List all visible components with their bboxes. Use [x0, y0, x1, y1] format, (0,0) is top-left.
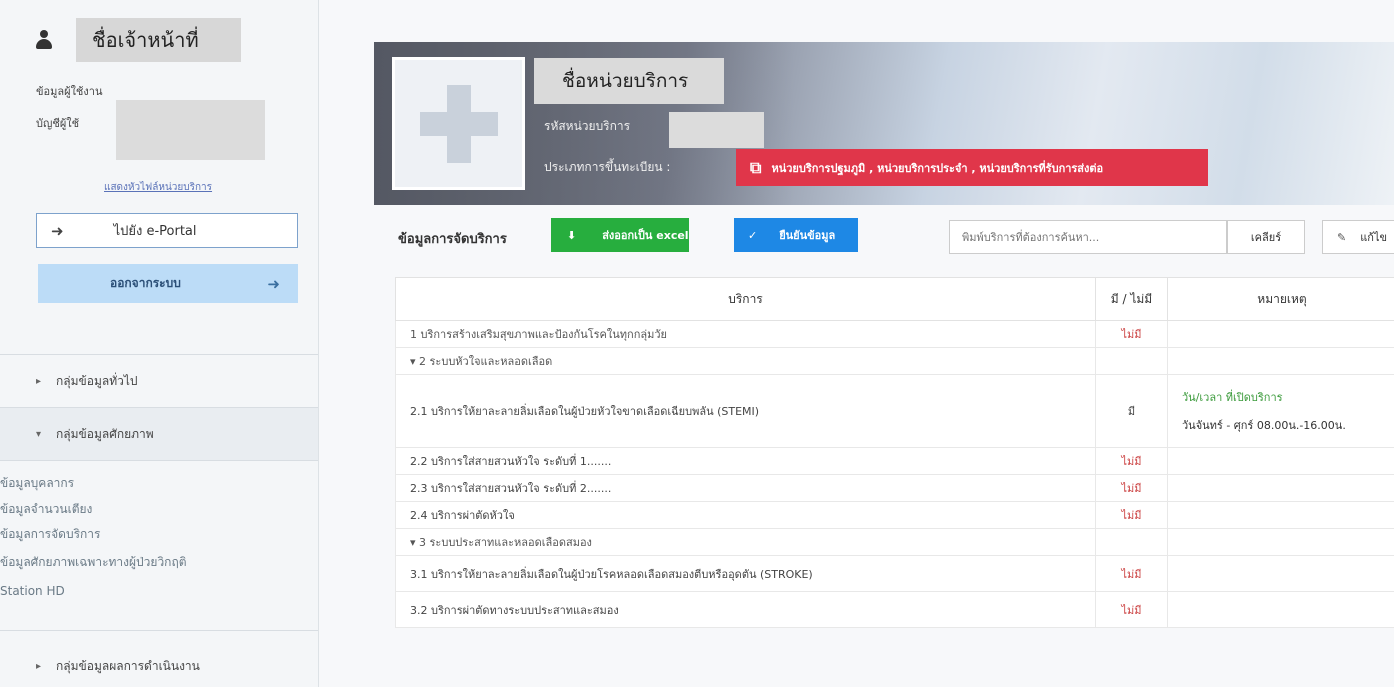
service-name: 2.1 บริการให้ยาละลายลิ่มเลือดในผู้ป่วยหั… — [396, 375, 1096, 448]
service-name: 2.2 บริการใส่สายสวนหัวใจ ระดับที่ 1.....… — [396, 448, 1096, 475]
remark-label: วัน/เวลา ที่เปิดบริการ — [1182, 388, 1394, 406]
caret-down-icon: ▾ — [36, 429, 56, 440]
table-row-group[interactable]: ▾ 2 ระบบหัวใจและหลอดเลือด — [396, 348, 1394, 375]
sidebar-item-critical-care[interactable]: ข้อมูลศักยภาพเฉพาะทางผู้ป่วยวิกฤติ — [0, 553, 187, 572]
availability[interactable]: ไม่มี — [1096, 592, 1168, 628]
service-group-name: ▾ 3 ระบบประสาทและหลอดเลือดสมอง — [396, 529, 1096, 556]
col-header-availability: มี / ไม่มี — [1096, 278, 1168, 321]
user-icon — [36, 30, 52, 50]
section-title: ข้อมูลการจัดบริการ — [398, 228, 507, 249]
logout-label: ออกจากระบบ — [110, 274, 181, 293]
availability[interactable]: ไม่มี — [1096, 321, 1168, 348]
availability[interactable]: ไม่มี — [1096, 475, 1168, 502]
remark — [1168, 502, 1394, 529]
availability[interactable]: ไม่มี — [1096, 556, 1168, 592]
clear-button[interactable]: เคลียร์ — [1227, 220, 1305, 254]
table-row[interactable]: 2.4 บริการผ่าตัดหัวใจ ไม่มี — [396, 502, 1394, 529]
menu-group-label: กลุ่มข้อมูลทั่วไป — [56, 372, 138, 391]
service-name: 1 บริการสร้างเสริมสุขภาพและป้องกันโรคในท… — [396, 321, 1096, 348]
sidebar-item-services[interactable]: ข้อมูลการจัดบริการ — [0, 525, 100, 544]
services-table-wrap: บริการ มี / ไม่มี หมายเหตุ 1 บริการสร้าง… — [395, 277, 1394, 628]
table-row[interactable]: 2.1 บริการให้ยาละลายลิ่มเลือดในผู้ป่วยหั… — [396, 375, 1394, 448]
check-icon: ✓ — [748, 229, 757, 242]
service-name: 3.2 บริการผ่าตัดทางระบบประสาทและสมอง — [396, 592, 1096, 628]
table-row[interactable]: 2.3 บริการใส่สายสวนหัวใจ ระดับที่ 2.....… — [396, 475, 1394, 502]
logout-button[interactable]: ออกจากระบบ ➜ — [38, 264, 298, 303]
remark — [1168, 529, 1394, 556]
unit-code-label: รหัสหน่วยบริการ — [544, 117, 630, 136]
remark — [1168, 556, 1394, 592]
remark-value: วันจันทร์ - ศุกร์ 08.00น.-16.00น. — [1182, 416, 1394, 434]
caret-right-icon: ▸ — [36, 376, 56, 387]
eportal-button[interactable]: ➜ ไปยัง e-Portal — [36, 213, 298, 248]
table-row-group[interactable]: ▾ 3 ระบบประสาทและหลอดเลือดสมอง — [396, 529, 1394, 556]
toolbar: ข้อมูลการจัดบริการ ⬇ ส่งออกเป็น excel ✓ … — [374, 212, 1394, 262]
menu-group-general[interactable]: ▸ กลุ่มข้อมูลทั่วไป — [0, 355, 318, 407]
menu-group-performance[interactable]: ▸ กลุ่มข้อมูลผลการดำเนินงาน — [0, 644, 318, 688]
unit-code-redacted — [669, 112, 764, 148]
remark — [1168, 348, 1394, 375]
account-redacted — [116, 100, 265, 160]
divider — [0, 460, 318, 461]
unit-name: ชื่อหน่วยบริการ — [534, 58, 724, 104]
sidebar: ชื่อเจ้าหน้าที่ ข้อมูลผู้ใช้งาน บัญชีผู้… — [0, 0, 319, 687]
user-name: ชื่อเจ้าหน้าที่ — [76, 18, 241, 62]
availability[interactable]: มี — [1096, 375, 1168, 448]
service-group-name: ▾ 2 ระบบหัวใจและหลอดเลือด — [396, 348, 1096, 375]
service-name: 3.1 บริการให้ยาละลายลิ่มเลือดในผู้ป่วยโร… — [396, 556, 1096, 592]
export-label: ส่งออกเป็น excel — [602, 226, 688, 244]
account-label: บัญชีผู้ใช้ — [36, 114, 79, 132]
edit-button[interactable]: ✎ แก้ไข — [1322, 220, 1394, 254]
download-icon: ⬇ — [567, 229, 576, 242]
sign-out-icon: ➜ — [267, 275, 280, 293]
caret-right-icon: ▸ — [36, 661, 56, 672]
menu-group-label: กลุ่มข้อมูลศักยภาพ — [56, 425, 154, 444]
services-table: บริการ มี / ไม่มี หมายเหตุ 1 บริการสร้าง… — [395, 277, 1394, 628]
remark: วัน/เวลา ที่เปิดบริการ วันจันทร์ - ศุกร์… — [1168, 375, 1394, 448]
change-unit-link[interactable]: แสดงหัวไฟล์หน่วยบริการ — [104, 180, 212, 195]
divider — [0, 630, 318, 631]
availability[interactable]: ไม่มี — [1096, 502, 1168, 529]
sidebar-item-beds[interactable]: ข้อมูลจำนวนเตียง — [0, 500, 92, 519]
user-info-label: ข้อมูลผู้ใช้งาน — [36, 82, 102, 100]
eportal-label: ไปยัง e-Portal — [114, 220, 197, 241]
remark — [1168, 448, 1394, 475]
availability[interactable]: ไม่มี — [1096, 448, 1168, 475]
col-header-service: บริการ — [396, 278, 1096, 321]
confirm-button[interactable]: ✓ ยืนยันข้อมูล — [734, 218, 858, 252]
sidebar-item-station-hd[interactable]: Station HD — [0, 584, 65, 598]
reg-type-label: ประเภทการขึ้นทะเบียน : — [544, 158, 670, 177]
remark — [1168, 321, 1394, 348]
table-row[interactable]: 2.2 บริการใส่สายสวนหัวใจ ระดับที่ 1.....… — [396, 448, 1394, 475]
remark — [1168, 592, 1394, 628]
table-row[interactable]: 1 บริการสร้างเสริมสุขภาพและป้องกันโรคในท… — [396, 321, 1394, 348]
service-name: 2.3 บริการใส่สายสวนหัวใจ ระดับที่ 2.....… — [396, 475, 1096, 502]
unit-logo — [392, 57, 525, 190]
pencil-icon: ✎ — [1337, 231, 1346, 244]
availability — [1096, 529, 1168, 556]
unit-banner: ชื่อหน่วยบริการ รหัสหน่วยบริการ ประเภทกา… — [374, 42, 1394, 205]
export-excel-button[interactable]: ⬇ ส่งออกเป็น excel — [551, 218, 689, 252]
remark — [1168, 475, 1394, 502]
sign-in-icon: ➜ — [51, 222, 64, 240]
reg-type-badge[interactable]: ⧉ หน่วยบริการปฐมภูมิ , หน่วยบริการประจำ … — [736, 149, 1208, 186]
reg-types: หน่วยบริการปฐมภูมิ , หน่วยบริการประจำ , … — [771, 159, 1103, 177]
col-header-remark: หมายเหตุ — [1168, 278, 1394, 321]
table-row[interactable]: 3.2 บริการผ่าตัดทางระบบประสาทและสมอง ไม่… — [396, 592, 1394, 628]
external-link-icon: ⧉ — [750, 158, 761, 178]
main-content: ชื่อหน่วยบริการ รหัสหน่วยบริการ ประเภทกา… — [319, 0, 1394, 687]
table-row[interactable]: 3.1 บริการให้ยาละลายลิ่มเลือดในผู้ป่วยโร… — [396, 556, 1394, 592]
menu-group-capacity[interactable]: ▾ กลุ่มข้อมูลศักยภาพ — [0, 408, 318, 460]
menu-group-label: กลุ่มข้อมูลผลการดำเนินงาน — [56, 657, 200, 676]
availability — [1096, 348, 1168, 375]
confirm-label: ยืนยันข้อมูล — [779, 226, 835, 244]
sidebar-item-personnel[interactable]: ข้อมูลบุคลากร — [0, 474, 74, 493]
service-name: 2.4 บริการผ่าตัดหัวใจ — [396, 502, 1096, 529]
edit-label: แก้ไข — [1360, 228, 1387, 246]
search-input[interactable] — [949, 220, 1227, 254]
